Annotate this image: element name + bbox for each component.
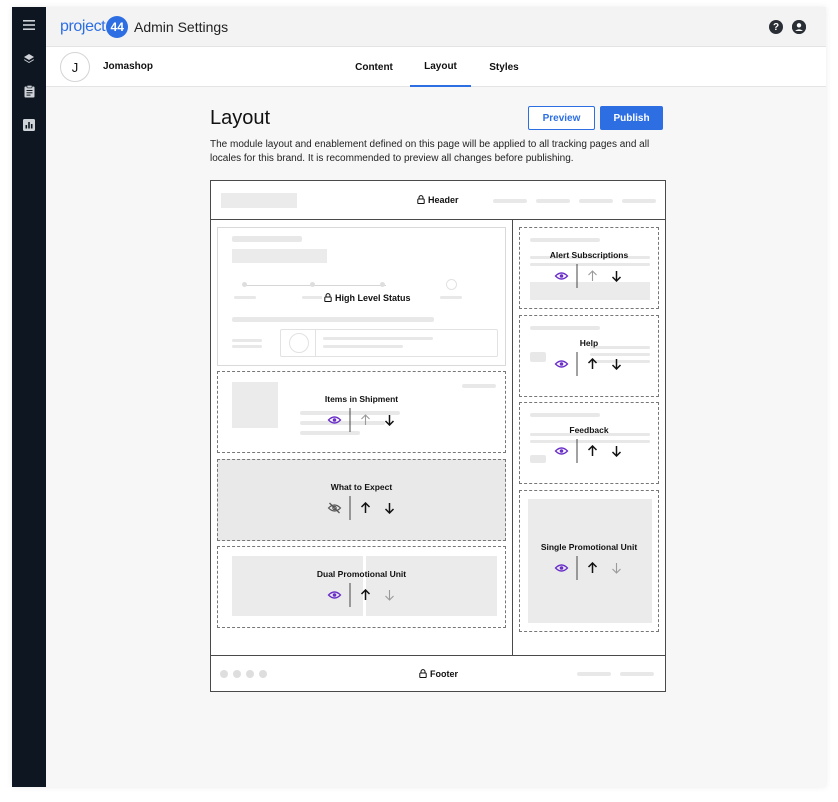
tab-styles[interactable]: Styles — [482, 47, 526, 87]
arrow-down-icon[interactable] — [608, 559, 626, 577]
clipboard-icon[interactable] — [21, 83, 37, 99]
layers-icon[interactable] — [21, 51, 37, 67]
tab-layout[interactable]: Layout — [410, 47, 471, 87]
arrow-down-icon[interactable] — [608, 442, 626, 460]
eye-icon[interactable] — [553, 559, 571, 577]
module-feedback[interactable]: Feedback — [519, 402, 659, 484]
module-alert-subscriptions[interactable]: Alert Subscriptions — [519, 227, 659, 309]
arrow-down-icon[interactable] — [380, 499, 398, 517]
placeholder-line — [622, 199, 656, 203]
lock-icon — [324, 293, 332, 302]
page-title: Layout — [210, 107, 271, 129]
top-bar: project 44 Admin Settings ? — [46, 7, 826, 47]
module-single-promotional-unit[interactable]: Single Promotional Unit — [519, 490, 659, 632]
placeholder-line — [234, 296, 256, 299]
page-description: The module layout and enablement defined… — [210, 139, 650, 164]
lock-icon — [417, 195, 425, 204]
brand-bar: J Jomashop Content Layout Styles — [46, 47, 826, 87]
module-controls — [325, 408, 398, 432]
publish-button[interactable]: Publish — [600, 106, 663, 130]
arrow-up-icon[interactable] — [356, 586, 374, 604]
progress-dot — [310, 282, 315, 287]
arrow-up-icon[interactable] — [584, 267, 602, 285]
left-nav — [12, 7, 46, 787]
column-divider — [512, 220, 513, 655]
footer-label: Footer — [419, 669, 458, 679]
bar-chart-icon[interactable] — [21, 117, 37, 133]
placeholder-block — [221, 193, 297, 208]
arrow-down-icon[interactable] — [380, 586, 398, 604]
preview-button[interactable]: Preview — [528, 106, 595, 130]
placeholder-line — [440, 296, 462, 299]
footer-section: Footer — [211, 655, 665, 691]
module-controls — [553, 439, 626, 463]
eye-icon[interactable] — [553, 355, 571, 373]
arrow-down-icon[interactable] — [608, 267, 626, 285]
placeholder-block — [232, 249, 327, 263]
controls-divider — [349, 583, 350, 607]
progress-dot — [242, 282, 247, 287]
module-controls — [553, 556, 626, 580]
eye-icon[interactable] — [553, 442, 571, 460]
progress-track — [244, 285, 386, 286]
module-items-in-shipment[interactable]: Items in Shipment — [217, 371, 506, 453]
menu-icon[interactable] — [21, 17, 37, 33]
placeholder-card — [280, 329, 498, 357]
module-label: What to Expect — [330, 482, 393, 492]
eye-icon[interactable] — [325, 411, 343, 429]
placeholder-line — [536, 199, 570, 203]
controls-divider — [576, 352, 578, 376]
module-dual-promotional-unit[interactable]: Dual Promotional Unit — [217, 546, 506, 628]
tab-content[interactable]: Content — [349, 47, 399, 87]
arrow-up-icon[interactable] — [356, 411, 374, 429]
help-circle-icon[interactable]: ? — [769, 20, 783, 34]
module-label: Items in Shipment — [324, 394, 399, 404]
module-label: Feedback — [569, 425, 609, 435]
arrow-up-icon[interactable] — [584, 559, 602, 577]
placeholder-line — [493, 199, 527, 203]
eye-off-icon[interactable] — [325, 499, 343, 517]
placeholder-line — [302, 296, 324, 299]
module-controls — [553, 352, 626, 376]
arrow-down-icon[interactable] — [380, 411, 398, 429]
controls-divider — [349, 408, 350, 432]
controls-divider — [349, 496, 350, 520]
module-label: Single Promotional Unit — [540, 542, 638, 552]
module-label: Alert Subscriptions — [549, 250, 629, 260]
high-level-status-label: High Level Status — [322, 293, 413, 303]
module-controls — [325, 496, 398, 520]
controls-divider — [576, 556, 578, 580]
arrow-up-icon[interactable] — [356, 499, 374, 517]
lock-icon — [419, 669, 427, 678]
high-level-status-module: High Level Status — [217, 227, 506, 366]
header-label: Header — [417, 195, 459, 205]
eye-icon[interactable] — [553, 267, 571, 285]
user-circle-icon[interactable] — [792, 20, 806, 34]
module-label: Help — [579, 338, 599, 348]
app-title: Admin Settings — [134, 19, 229, 35]
layout-canvas: Header High Level Status Items in Shipme… — [210, 180, 666, 692]
progress-dot-empty — [446, 279, 457, 290]
module-help[interactable]: Help — [519, 315, 659, 397]
app-window: project 44 Admin Settings ? J Jomashop C… — [12, 7, 826, 787]
arrow-up-icon[interactable] — [584, 442, 602, 460]
module-what-to-expect[interactable]: What to Expect — [217, 459, 506, 541]
placeholder-line — [232, 236, 302, 242]
module-controls — [553, 264, 626, 288]
controls-divider — [576, 439, 578, 463]
placeholder-line — [232, 317, 434, 322]
module-label: Dual Promotional Unit — [316, 569, 407, 579]
eye-icon[interactable] — [325, 586, 343, 604]
header-section: Header — [211, 181, 665, 220]
controls-divider — [576, 264, 578, 288]
module-controls — [325, 583, 398, 607]
brand-avatar[interactable]: J — [60, 52, 90, 82]
arrow-up-icon[interactable] — [584, 355, 602, 373]
placeholder-line — [579, 199, 613, 203]
progress-dot — [380, 282, 385, 287]
brand-name: Jomashop — [103, 61, 154, 72]
project44-logo[interactable]: project 44 — [60, 16, 129, 38]
arrow-down-icon[interactable] — [608, 355, 626, 373]
